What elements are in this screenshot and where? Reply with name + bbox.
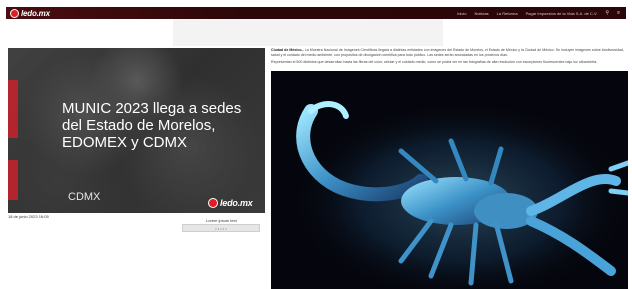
logo-text: ledo.mx — [21, 8, 50, 18]
ad-placeholder — [173, 19, 443, 46]
video-title: MUNIC 2023 llega a sedes del Estado de M… — [62, 100, 242, 151]
article-text: Ciudad de México.- La Muestra Nacional d… — [271, 48, 628, 67]
video-city-label: CDMX — [68, 191, 101, 203]
nav-item-pagar-impuestos[interactable]: Pagar Impuestos de la Vida S.A. de C.V. — [526, 11, 598, 16]
scorpion-photo — [271, 71, 628, 289]
site-logo[interactable]: ledo.mx — [10, 7, 50, 19]
video-logo-text: ledo.mx — [220, 198, 253, 208]
decorative-stripe — [8, 160, 18, 200]
main-nav: Inicio Noticias La Reforma Pagar Impuest… — [457, 10, 620, 16]
decorative-stripe — [8, 80, 18, 138]
nav-item-noticias[interactable]: Noticias — [474, 11, 488, 16]
logo-mark-icon — [208, 198, 218, 208]
scorpion-illustration — [271, 71, 628, 289]
article-lead: Ciudad de México.- — [271, 48, 304, 52]
video-date: 18 de junio 2023 16:05 — [8, 214, 49, 219]
article-paragraph-2: Representan el 500 distintos que desarro… — [271, 60, 598, 64]
article-paragraph-1: Ciudad de México.- La Muestra Nacional d… — [271, 48, 628, 58]
search-icon[interactable]: ⚲ — [605, 10, 609, 16]
top-navigation-bar: ledo.mx Inicio Noticias La Reforma Pagar… — [6, 7, 626, 19]
menu-icon[interactable]: ≡ — [617, 10, 620, 16]
nav-item-la-reforma[interactable]: La Reforma — [497, 11, 518, 16]
video-caption: Lorem ipsum text — [206, 218, 237, 223]
article-paragraph-1-body: La Muestra Nacional de Imágenes Científi… — [271, 48, 624, 57]
video-player[interactable]: MUNIC 2023 llega a sedes del Estado de M… — [8, 48, 265, 213]
nav-item-inicio[interactable]: Inicio — [457, 11, 466, 16]
logo-mark-icon — [10, 8, 19, 18]
video-more-button[interactable]: • • • • • — [182, 224, 260, 232]
video-logo: ledo.mx — [208, 196, 253, 210]
